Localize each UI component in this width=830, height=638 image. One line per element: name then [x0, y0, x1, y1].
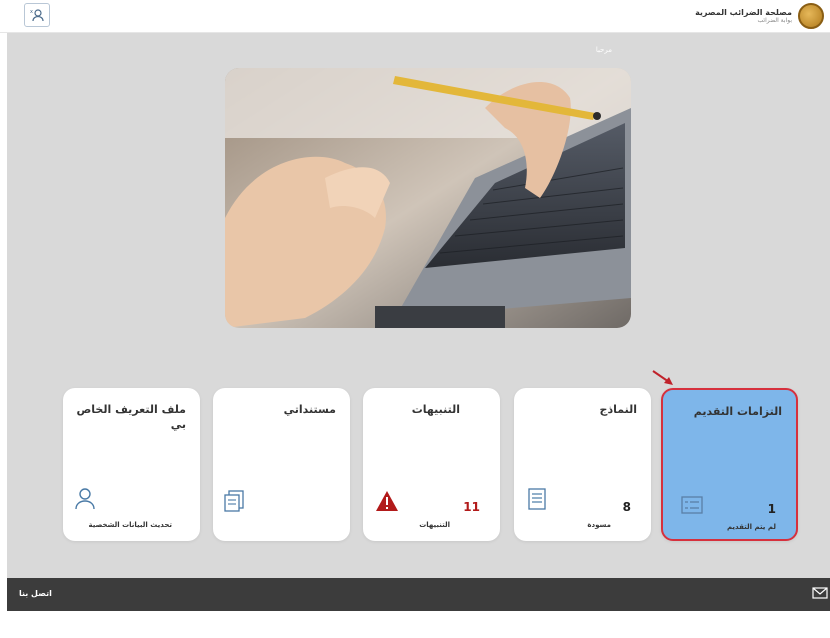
brand-logo: [798, 3, 824, 29]
card-label: تحديث البيانات الشخصية: [88, 521, 173, 529]
contact-us-link[interactable]: اتصل بنا: [19, 589, 52, 598]
person-icon: [75, 488, 95, 510]
card-count: 8: [622, 500, 631, 514]
card-forms[interactable]: النماذج 8 مسودة: [514, 388, 651, 541]
footer: اتصل بنا: [7, 578, 830, 611]
card-title: التنبيهات: [411, 403, 460, 416]
user-switch-icon: x: [30, 9, 44, 22]
mail-icon[interactable]: [812, 587, 828, 599]
form-list-icon: [681, 496, 703, 514]
brand-subtitle: بوابة الضرائب: [757, 17, 792, 24]
card-label: مسودة: [587, 521, 611, 529]
brand-title: مصلحة الضرائب المصرية: [695, 8, 792, 17]
warning-icon: [376, 491, 398, 511]
main-content: مرحبا التزامات التقديم 1 لم يتم التقديم …: [7, 33, 830, 578]
user-switch-button[interactable]: x: [24, 3, 50, 27]
card-my-documents[interactable]: مستنداتي: [213, 388, 350, 541]
card-alerts[interactable]: التنبيهات 11 التنبيهات: [363, 388, 500, 541]
hero-image: [225, 68, 631, 328]
welcome-text: مرحبا: [595, 46, 612, 54]
card-title: ملف التعريف الخاص بي: [76, 403, 187, 431]
card-label: لم يتم التقديم: [726, 523, 776, 531]
card-title: مستنداتي: [283, 403, 336, 416]
card-filing-obligations[interactable]: التزامات التقديم 1 لم يتم التقديم: [661, 388, 798, 541]
card-title: التزامات التقديم: [693, 405, 782, 418]
top-bar: x مصلحة الضرائب المصرية بوابة الضرائب: [0, 0, 830, 33]
documents-icon: [224, 490, 244, 512]
card-count: 11: [463, 500, 480, 514]
card-title: النماذج: [599, 403, 637, 416]
card-count: 1: [767, 502, 776, 516]
card-profile[interactable]: ملف التعريف الخاص بي تحديث البيانات الشخ…: [63, 388, 200, 541]
brand[interactable]: مصلحة الضرائب المصرية بوابة الضرائب: [695, 3, 824, 29]
arrow-indicator: [652, 370, 673, 385]
svg-text:x: x: [30, 9, 33, 15]
card-label: التنبيهات: [419, 521, 450, 529]
document-icon: [528, 488, 546, 510]
